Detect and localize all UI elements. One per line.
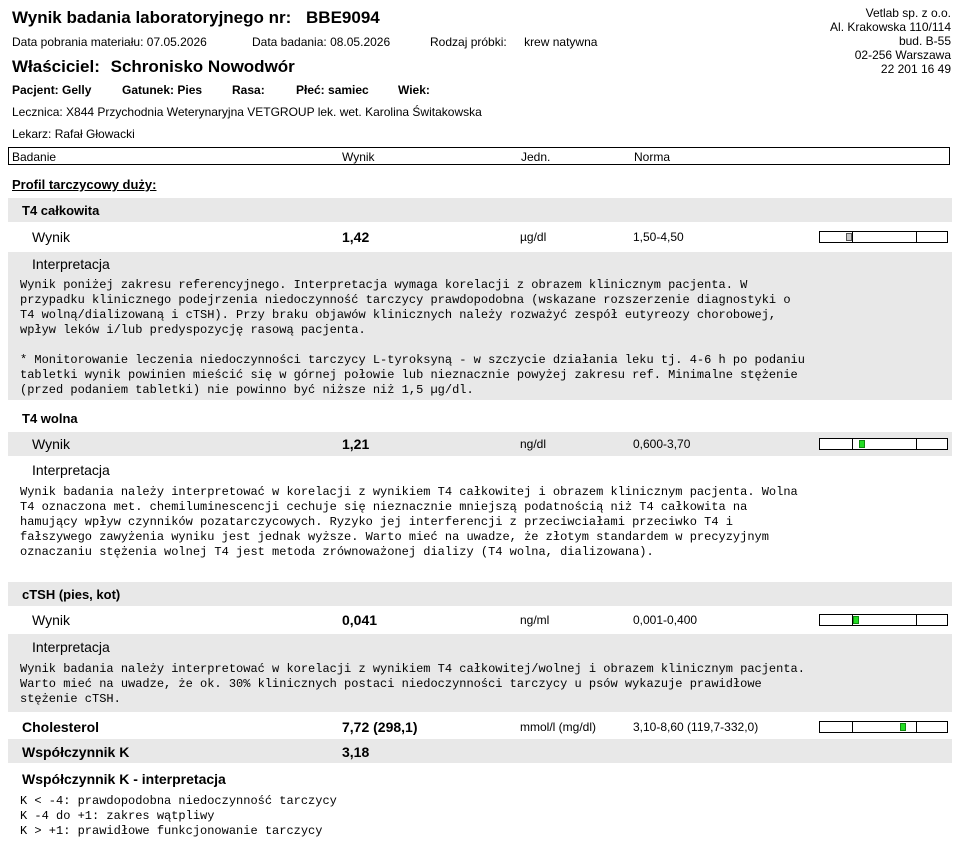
interpretation-text: Wynik poniżej zakresu referencyjnego. In… xyxy=(20,278,805,397)
column-result: Wynik xyxy=(342,150,375,164)
age-label: Wiek: xyxy=(398,83,430,97)
cholesterol-name: Cholesterol xyxy=(22,719,100,735)
clinic-label: Lecznica: xyxy=(12,105,63,119)
test-date: 08.05.2026 xyxy=(330,35,391,49)
result-unit: ng/ml xyxy=(520,613,550,627)
cholesterol-norm: 3,10-8,60 (119,7-332,0) xyxy=(633,720,759,734)
test-date-label: Data badania: xyxy=(252,35,327,49)
doctor-row: Lekarz: Rafał Głowacki xyxy=(12,127,135,141)
lab-city: 02-256 Warszawa xyxy=(854,48,951,62)
result-norm: 0,001-0,400 xyxy=(633,613,698,627)
sex-row: Płeć: samiec xyxy=(296,83,369,97)
sample-type-row: Rodzaj próbki: krew natywna xyxy=(430,35,597,49)
doctor-name: Rafał Głowacki xyxy=(54,127,135,141)
interpretation-label: Interpretacja xyxy=(32,462,110,478)
cholesterol-unit: mmol/l (mg/dl) xyxy=(520,720,597,734)
k-factor-name: Współczynnik K xyxy=(22,744,130,760)
lab-address: Vetlab sp. z o.o. Al. Krakowska 110/114 … xyxy=(830,6,951,76)
test-header-band xyxy=(8,582,952,606)
lab-street: Al. Krakowska 110/114 xyxy=(830,20,951,34)
patient-label: Pacjent: xyxy=(12,83,59,97)
owner-name: Schronisko Nowodwór xyxy=(110,57,295,76)
gauge-marker xyxy=(859,440,865,448)
column-norm: Norma xyxy=(634,150,671,164)
gauge-marker xyxy=(900,723,906,731)
k-factor-value: 3,18 xyxy=(342,744,370,760)
result-band xyxy=(8,432,952,456)
result-label: Wynik xyxy=(32,436,70,452)
sample-date: 07.05.2026 xyxy=(146,35,207,49)
breed-row: Rasa: xyxy=(232,83,265,97)
interpretation-label: Interpretacja xyxy=(32,256,110,272)
breed-label: Rasa: xyxy=(232,83,265,97)
column-unit: Jedn. xyxy=(521,150,551,164)
sample-date-label: Data pobrania materiału: xyxy=(12,35,144,49)
sample-date-row: Data pobrania materiału: 07.05.2026 xyxy=(12,35,207,49)
age-row: Wiek: xyxy=(398,83,430,97)
interpretation-text: Wynik badania należy interpretować w kor… xyxy=(20,662,805,706)
sex-label: Płeć: xyxy=(296,83,325,97)
column-test: Badanie xyxy=(12,150,57,164)
cholesterol-value: 7,72 (298,1) xyxy=(342,719,418,735)
lab-building: bud. B-55 xyxy=(898,34,951,48)
report-title-label: Wynik badania laboratoryjnego nr: xyxy=(12,8,292,27)
test-date-row: Data badania: 08.05.2026 xyxy=(252,35,390,49)
interpretation-text: Wynik badania należy interpretować w kor… xyxy=(20,485,798,559)
result-norm: 0,600-3,70 xyxy=(633,437,691,451)
result-gauge xyxy=(819,438,948,450)
species-label: Gatunek: xyxy=(122,83,175,97)
owner-row: Właściciel: Schronisko Nowodwór xyxy=(12,57,295,77)
report-title: Wynik badania laboratoryjnego nr: BBE909… xyxy=(12,8,380,28)
sample-type: krew natywna xyxy=(524,35,598,49)
results-table-header: Badanie Wynik Jedn. Norma xyxy=(8,147,950,165)
sex: samiec xyxy=(328,83,369,97)
species: Pies xyxy=(177,83,203,97)
lab-phone: 22 201 16 49 xyxy=(880,62,951,76)
lab-name: Vetlab sp. z o.o. xyxy=(865,6,951,20)
species-row: Gatunek: Pies xyxy=(122,83,202,97)
test-name: T4 wolna xyxy=(22,411,78,426)
test-name: T4 całkowita xyxy=(22,203,100,218)
clinic-name: X844 Przychodnia Weterynaryjna VETGROUP … xyxy=(66,105,482,119)
result-unit: ng/dl xyxy=(520,437,547,451)
cholesterol-gauge xyxy=(819,721,948,733)
doctor-label: Lekarz: xyxy=(12,127,52,141)
result-unit: µg/dl xyxy=(520,230,547,244)
test-header-band xyxy=(8,198,952,222)
patient-row: Pacjent: Gelly xyxy=(12,83,91,97)
test-name: cTSH (pies, kot) xyxy=(22,587,121,602)
patient-name: Gelly xyxy=(62,83,92,97)
k-factor-interpretation-text: K < -4: prawdopodobna niedoczynność tarc… xyxy=(20,794,337,838)
clinic-row: Lecznica: X844 Przychodnia Weterynaryjna… xyxy=(12,105,482,119)
result-value: 1,42 xyxy=(342,229,370,245)
result-value: 1,21 xyxy=(342,436,370,452)
gauge-marker xyxy=(853,616,859,624)
result-gauge xyxy=(819,614,948,626)
result-label: Wynik xyxy=(32,612,70,628)
k-factor-band xyxy=(8,739,952,763)
result-value: 0,041 xyxy=(342,612,378,628)
section-title: Profil tarczycowy duży: xyxy=(12,177,157,192)
report-number: BBE9094 xyxy=(306,8,380,27)
result-norm: 1,50-4,50 xyxy=(633,230,684,244)
owner-label: Właściciel: xyxy=(12,57,100,76)
gauge-marker xyxy=(846,233,852,241)
result-gauge xyxy=(819,231,948,243)
k-factor-interpretation-title: Współczynnik K - interpretacja xyxy=(22,771,226,787)
result-label: Wynik xyxy=(32,229,70,245)
sample-type-label: Rodzaj próbki: xyxy=(430,35,507,49)
interpretation-label: Interpretacja xyxy=(32,639,110,655)
